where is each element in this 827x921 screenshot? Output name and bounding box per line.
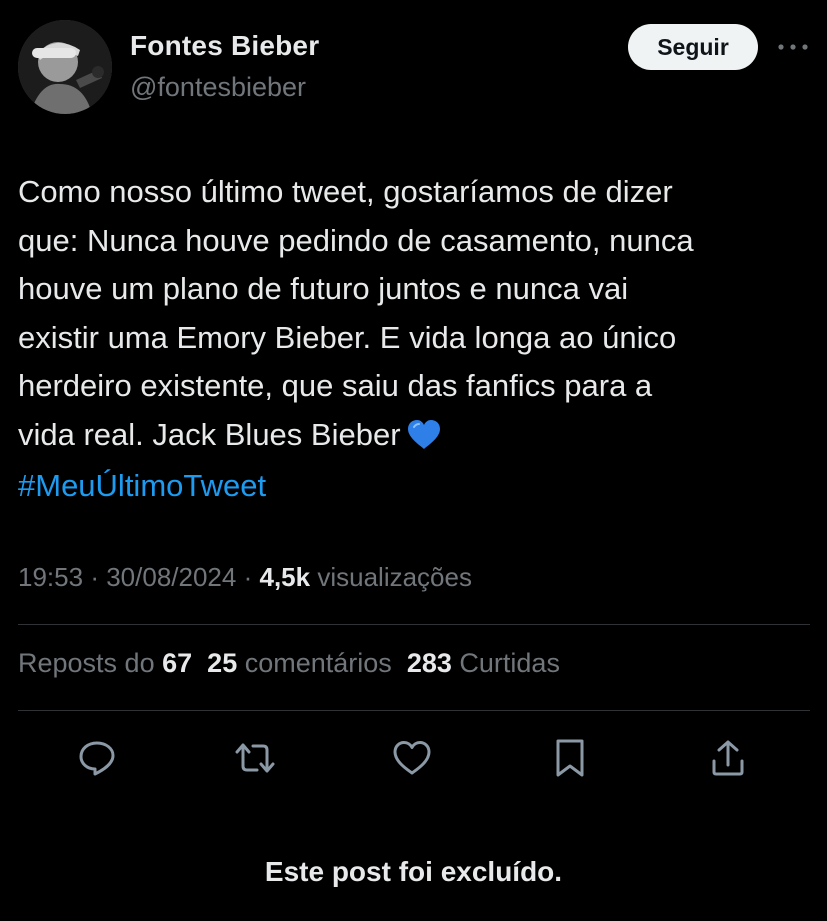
share-button[interactable] [700, 730, 756, 786]
more-horizontal-icon[interactable] [776, 38, 810, 56]
reply-button[interactable] [69, 730, 125, 786]
blue-heart-icon [407, 419, 440, 449]
likes-label[interactable]: Curtidas [459, 648, 560, 678]
follow-button[interactable]: Seguir [628, 24, 758, 70]
engagement-stats: Reposts do 67 25 comentários 283 Curtida… [18, 648, 560, 679]
post-date[interactable]: 30/08/2024 [106, 562, 236, 592]
reposts-label[interactable]: Reposts do [18, 648, 155, 678]
comments-label[interactable]: comentários [245, 648, 392, 678]
tweet-body: Como nosso último tweet, gostaríamos de … [18, 174, 694, 452]
avatar[interactable] [18, 20, 112, 114]
like-icon [393, 741, 431, 775]
action-bar [0, 730, 827, 786]
post-time[interactable]: 19:53 [18, 562, 83, 592]
user-handle[interactable]: @fontesbieber [130, 72, 306, 103]
views-label: visualizações [317, 562, 472, 592]
bookmark-button[interactable] [542, 730, 598, 786]
share-icon [712, 740, 744, 776]
profile-photo-icon [18, 20, 112, 114]
divider [18, 624, 810, 625]
tweet-header: Fontes Bieber @fontesbieber Seguir [0, 0, 827, 130]
comments-count[interactable]: 25 [207, 648, 237, 678]
deleted-notice: Este post foi excluído. [264, 856, 563, 887]
repost-icon [235, 743, 275, 773]
tweet-text: Como nosso último tweet, gostaríamos de … [18, 168, 813, 459]
meta-separator: · [90, 562, 99, 592]
reposts-count[interactable]: 67 [162, 648, 192, 678]
like-button[interactable] [384, 730, 440, 786]
likes-count[interactable]: 283 [407, 648, 452, 678]
bookmark-icon [556, 739, 584, 777]
display-name[interactable]: Fontes Bieber [130, 30, 319, 62]
repost-button[interactable] [227, 730, 283, 786]
meta-separator: · [243, 562, 253, 592]
tweet-meta: 19:53 · 30/08/2024 · 4,5k visualizações [18, 562, 472, 593]
divider [18, 710, 810, 711]
views-count: 4,5k [259, 562, 311, 592]
hashtag-link[interactable]: #MeuÚltimoTweet [18, 462, 266, 510]
reply-icon [79, 741, 115, 776]
